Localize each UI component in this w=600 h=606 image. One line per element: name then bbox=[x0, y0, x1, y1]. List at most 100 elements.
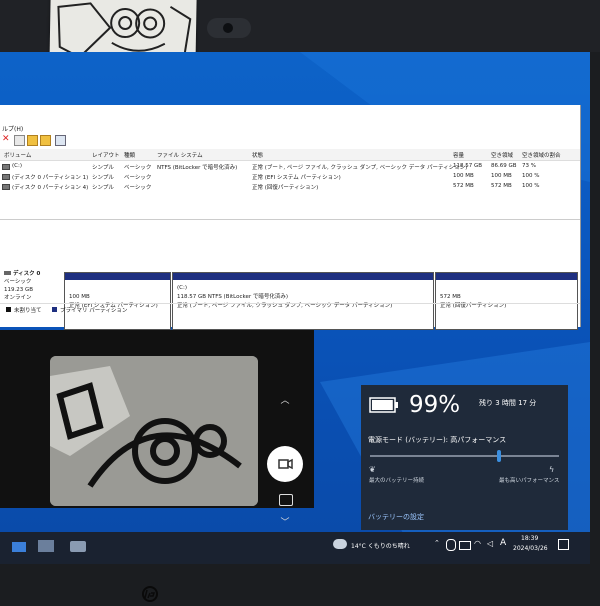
cell-capacity: 572 MB bbox=[453, 183, 474, 189]
partition-bar bbox=[436, 273, 577, 280]
column-header[interactable]: 空き領域 bbox=[491, 151, 513, 159]
photo-mode-icon[interactable] bbox=[279, 494, 293, 506]
onedrive-icon[interactable] bbox=[446, 539, 456, 551]
table-row[interactable]: (C:) シンプル ベーシック NTFS (BitLocker で暗号化済み) … bbox=[0, 162, 580, 172]
column-header[interactable]: 空き領域の割合 bbox=[522, 151, 561, 159]
hp-logo bbox=[135, 586, 165, 604]
performance-label: 最も高いパフォーマンス bbox=[499, 478, 560, 484]
camera-preview bbox=[50, 356, 258, 506]
cell-capacity: 118.57 GB bbox=[453, 163, 483, 169]
cell-status: 正常 (回復パーティション) bbox=[252, 185, 319, 191]
disk-size: 119.23 GB bbox=[4, 287, 34, 293]
disk-icon bbox=[4, 271, 11, 275]
mail-app-icon[interactable] bbox=[12, 542, 26, 552]
cell-filesystem: NTFS (BitLocker で暗号化済み) bbox=[157, 165, 238, 171]
partition-bar bbox=[173, 273, 433, 280]
disk-management-window: ルプ(H) ✕ ボリューム レイアウト 種類 ファイル システム 状態 容量 空… bbox=[0, 105, 581, 330]
table-row[interactable]: (ディスク 0 パーティション 1) シンプル ベーシック 正常 (EFI シス… bbox=[0, 172, 580, 182]
partition-title: (C:) bbox=[177, 285, 187, 291]
cell-layout: シンプル bbox=[92, 185, 114, 191]
legend-swatch-primary bbox=[52, 307, 57, 312]
video-camera-icon bbox=[278, 458, 293, 470]
toolbar: ✕ bbox=[0, 133, 580, 147]
properties-icon[interactable] bbox=[55, 135, 66, 146]
cell-free: 86.69 GB bbox=[491, 163, 517, 169]
cell-type: ベーシック bbox=[124, 185, 152, 191]
delete-icon[interactable]: ✕ bbox=[2, 135, 11, 144]
disk-map-panel: ディスク 0 ベーシック 119.23 GB オンライン 100 MB 正常 (… bbox=[0, 219, 580, 330]
cell-status: 正常 (ブート, ページ ファイル, クラッシュ ダンプ, ベーシック データ … bbox=[252, 165, 468, 171]
chevron-up-icon[interactable]: ︿ bbox=[280, 396, 290, 406]
disk-type: ベーシック bbox=[4, 279, 32, 285]
laptop-bezel-bottom bbox=[0, 564, 600, 600]
power-mode-slider[interactable] bbox=[370, 455, 559, 457]
disk-status: オンライン bbox=[4, 295, 32, 301]
power-mode-label: 電源モード (バッテリー): 高パフォーマンス bbox=[368, 436, 507, 444]
lightning-icon: ϟ bbox=[549, 465, 555, 474]
cell-type: ベーシック bbox=[124, 175, 152, 181]
clock-date[interactable]: 2024/03/26 bbox=[513, 545, 548, 552]
disk-management-taskbar-icon[interactable] bbox=[38, 540, 54, 552]
power-mode-slider-thumb[interactable] bbox=[496, 450, 501, 462]
column-header[interactable]: ボリューム bbox=[4, 151, 31, 159]
menu-bar: ルプ(H) bbox=[0, 121, 580, 133]
battery-flyout: 99% 残り 3 時間 17 分 電源モード (バッテリー): 高パフォーマンス… bbox=[361, 385, 568, 530]
partition-size: 100 MB bbox=[69, 294, 90, 300]
legend-swatch-unallocated bbox=[6, 307, 11, 312]
battery-tray-icon[interactable] bbox=[459, 541, 471, 550]
cell-free-percent: 73 % bbox=[522, 163, 536, 169]
cell-type: ベーシック bbox=[124, 165, 152, 171]
video-capture-button[interactable] bbox=[267, 446, 303, 482]
weather-text[interactable]: 14°C くもりのち晴れ bbox=[351, 541, 410, 550]
leaf-icon: ❦ bbox=[369, 465, 376, 474]
camera-taskbar-icon[interactable] bbox=[70, 541, 86, 552]
battery-icon bbox=[369, 397, 398, 413]
column-header[interactable]: レイアウト bbox=[92, 151, 120, 159]
speaker-icon[interactable]: ◁ bbox=[487, 539, 493, 548]
chevron-down-icon[interactable]: ﹀ bbox=[280, 518, 290, 528]
partition-size: 572 MB bbox=[440, 294, 461, 300]
disk-name: ディスク 0 bbox=[13, 271, 41, 277]
webcam bbox=[207, 18, 251, 38]
battery-settings-link[interactable]: バッテリーの設定 bbox=[368, 512, 424, 522]
cell-free: 100 MB bbox=[491, 173, 512, 179]
ime-indicator[interactable]: A bbox=[500, 538, 506, 548]
column-header[interactable]: ファイル システム bbox=[157, 151, 203, 159]
legend: 未割り当て プライマリ パーティション bbox=[0, 303, 580, 316]
drive-icon bbox=[2, 164, 10, 170]
cell-layout: シンプル bbox=[92, 175, 114, 181]
folder-open-icon[interactable] bbox=[40, 135, 51, 146]
partition-bar bbox=[65, 273, 170, 280]
laptop-bezel-right bbox=[590, 52, 600, 600]
cell-free-percent: 100 % bbox=[522, 173, 540, 179]
cell-capacity: 100 MB bbox=[453, 173, 474, 179]
drive-icon bbox=[2, 174, 10, 180]
column-header[interactable]: 種類 bbox=[124, 151, 135, 159]
partition-efi[interactable]: 100 MB 正常 (EFI システム パーティション) bbox=[64, 272, 171, 330]
taskbar: 14°C くもりのち晴れ ⌃ ◠ ◁ A 18:39 2024/03/26 bbox=[0, 532, 590, 564]
battery-percent: 99% bbox=[409, 392, 461, 418]
folder-icon[interactable] bbox=[27, 135, 38, 146]
partition-c[interactable]: (C:) 118.57 GB NTFS (BitLocker で暗号化済み) 正… bbox=[172, 272, 434, 330]
clock-time[interactable]: 18:39 bbox=[521, 535, 538, 542]
cell-volume: (ディスク 0 パーティション 1) bbox=[12, 175, 89, 181]
webcam-lens bbox=[223, 23, 233, 33]
menu-help[interactable]: ルプ(H) bbox=[2, 124, 23, 133]
notification-icon[interactable] bbox=[558, 539, 569, 550]
column-header[interactable]: 状態 bbox=[252, 151, 263, 159]
cell-volume: (C:) bbox=[12, 163, 22, 169]
column-header[interactable]: 容量 bbox=[453, 151, 464, 159]
cell-free: 572 MB bbox=[491, 183, 512, 189]
check-icon[interactable] bbox=[14, 135, 25, 146]
legend-primary: プライマリ パーティション bbox=[60, 308, 128, 314]
wifi-icon[interactable]: ◠ bbox=[474, 539, 481, 548]
table-row[interactable]: (ディスク 0 パーティション 4) シンプル ベーシック 正常 (回復パーティ… bbox=[0, 182, 580, 192]
chevron-up-icon[interactable]: ⌃ bbox=[434, 539, 440, 547]
battery-remaining: 残り 3 時間 17 分 bbox=[479, 399, 537, 407]
partition-recovery[interactable]: 572 MB 正常 (回復パーティション) bbox=[435, 272, 578, 330]
cell-status: 正常 (EFI システム パーティション) bbox=[252, 175, 341, 181]
volume-table-header: ボリューム レイアウト 種類 ファイル システム 状態 容量 空き領域 空き領域… bbox=[0, 149, 580, 161]
cell-layout: シンプル bbox=[92, 165, 114, 171]
drive-icon bbox=[2, 184, 10, 190]
disk-info[interactable]: ディスク 0 ベーシック 119.23 GB オンライン bbox=[4, 270, 64, 330]
